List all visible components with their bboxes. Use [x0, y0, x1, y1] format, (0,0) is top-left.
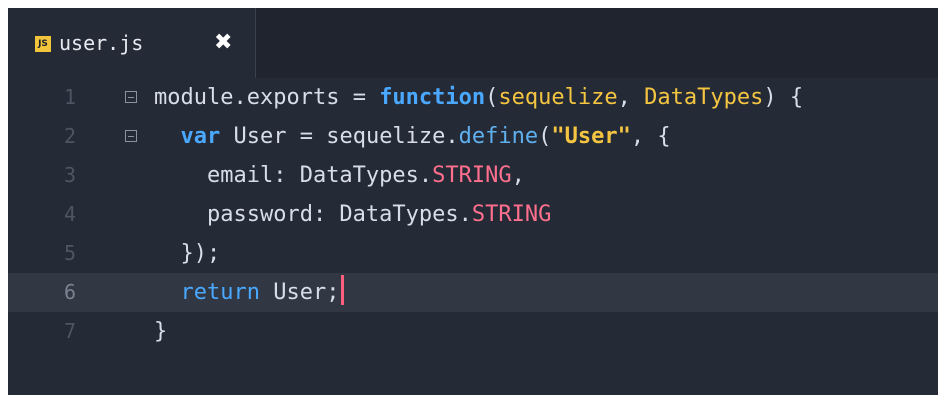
- code-line[interactable]: 5 });: [8, 234, 938, 273]
- code-text: });: [180, 241, 221, 266]
- code-text: return User;: [154, 273, 345, 312]
- line-number: 5: [64, 241, 77, 265]
- line-number: 6: [64, 280, 77, 304]
- javascript-file-icon: JS: [35, 36, 51, 52]
- line-number: 1: [64, 85, 77, 109]
- code-line-active[interactable]: 6 return User;: [8, 273, 938, 312]
- code-editor[interactable]: JS user.js ✖ 1 module.exports = function…: [8, 8, 938, 395]
- code-area[interactable]: 1 module.exports = function(sequelize, D…: [8, 78, 938, 395]
- tab-user-js[interactable]: JS user.js ✖: [8, 8, 256, 78]
- line-number: 4: [64, 202, 77, 226]
- code-text: var User = sequelize.define("User", {: [180, 124, 671, 149]
- tab-title: user.js: [59, 31, 144, 55]
- tab-bar: JS user.js ✖: [8, 8, 938, 78]
- code-line[interactable]: 1 module.exports = function(sequelize, D…: [8, 78, 938, 117]
- text-cursor: [341, 275, 345, 305]
- code-text: email: DataTypes.STRING,: [206, 163, 525, 188]
- code-text: module.exports = function(sequelize, Dat…: [154, 85, 804, 110]
- code-text: }: [154, 319, 168, 344]
- fold-toggle-icon[interactable]: [125, 130, 137, 142]
- fold-toggle-icon[interactable]: [125, 91, 137, 103]
- code-line[interactable]: 3 email: DataTypes.STRING,: [8, 156, 938, 195]
- code-line[interactable]: 7 }: [8, 312, 938, 351]
- line-number: 7: [64, 319, 77, 343]
- line-number: 2: [64, 124, 77, 148]
- code-text: password: DataTypes.STRING: [206, 202, 552, 227]
- code-line[interactable]: 4 password: DataTypes.STRING: [8, 195, 938, 234]
- code-line[interactable]: 2 var User = sequelize.define("User", {: [8, 117, 938, 156]
- line-number: 3: [64, 163, 77, 187]
- close-icon[interactable]: ✖: [214, 29, 232, 57]
